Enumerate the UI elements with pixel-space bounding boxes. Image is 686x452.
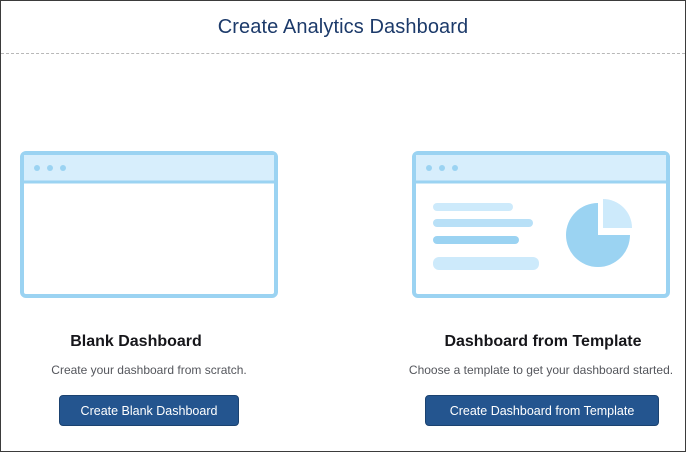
window-dot-icon: [34, 165, 40, 171]
option-description: Create your dashboard from scratch.: [51, 363, 247, 377]
page-title: Create Analytics Dashboard: [217, 15, 469, 38]
template-browser-window-illustration: [412, 151, 670, 298]
text-line-icon: [433, 203, 513, 211]
option-title: Blank Dashboard: [70, 333, 202, 350]
option-description: Choose a template to get your dashboard …: [408, 363, 674, 377]
text-line-icon: [433, 219, 533, 227]
window-dot-icon: [439, 165, 445, 171]
blank-browser-window-illustration: [20, 151, 278, 298]
dialog-header: Create Analytics Dashboard: [1, 1, 685, 54]
option-title: Dashboard from Template: [444, 333, 642, 350]
create-dashboard-from-template-button[interactable]: Create Dashboard from Template: [425, 395, 659, 426]
window-dot-icon: [452, 165, 458, 171]
create-dashboard-dialog: Create Analytics Dashboard Blank Dashboa…: [0, 0, 686, 452]
text-line-icon: [433, 257, 539, 270]
create-blank-dashboard-button[interactable]: Create Blank Dashboard: [59, 395, 239, 426]
window-dot-icon: [60, 165, 66, 171]
window-dot-icon: [47, 165, 53, 171]
text-line-icon: [433, 236, 519, 244]
window-dot-icon: [426, 165, 432, 171]
